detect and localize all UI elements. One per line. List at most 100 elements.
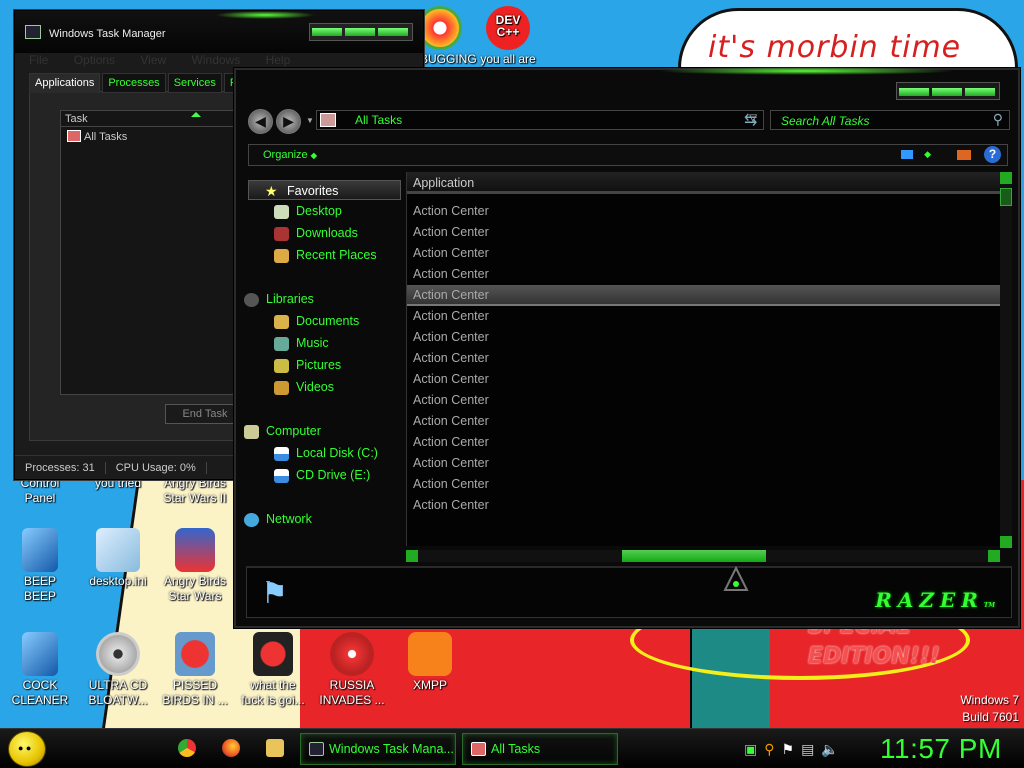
- help-icon[interactable]: ?: [984, 146, 1001, 163]
- nav-computer[interactable]: Computer: [244, 424, 321, 439]
- chrome-icon[interactable]: [178, 739, 196, 757]
- file-row[interactable]: Action Center: [413, 456, 489, 470]
- file-list[interactable]: Application Action Center Action Center Ac…: [406, 172, 1002, 546]
- horizontal-scrollbar[interactable]: [406, 550, 1000, 562]
- recent-pages-chevron-icon[interactable]: ▼: [306, 116, 314, 125]
- tray-search-icon[interactable]: ⚲: [764, 741, 774, 758]
- menu-view[interactable]: View: [140, 53, 166, 67]
- desktop-icon-desktop-ini[interactable]: desktop.ini: [78, 528, 158, 589]
- search-icon[interactable]: ⚲: [993, 111, 1003, 128]
- vertical-scrollbar[interactable]: [1000, 172, 1012, 548]
- scroll-thumb[interactable]: [622, 550, 766, 562]
- file-row[interactable]: Action Center: [413, 393, 489, 407]
- maximize-button[interactable]: [932, 88, 962, 96]
- desktop-icon-cock-cleaner[interactable]: COCK CLEANER: [0, 632, 80, 708]
- task-row[interactable]: All Tasks: [61, 127, 259, 146]
- file-row[interactable]: Action Center: [413, 246, 489, 260]
- task-column-header[interactable]: Task: [61, 111, 259, 127]
- address-bar[interactable]: All Tasks ▽: [316, 110, 764, 130]
- desktop-icon-angry-birds-sw[interactable]: Angry Birds Star Wars: [155, 528, 235, 604]
- application-column-header[interactable]: Application: [407, 172, 1001, 194]
- scroll-up-button[interactable]: [1000, 172, 1012, 184]
- task-list[interactable]: Task All Tasks: [60, 110, 260, 395]
- preview-pane-icon[interactable]: [957, 150, 971, 160]
- view-options-icon[interactable]: [901, 150, 913, 159]
- start-button[interactable]: ● ●: [8, 731, 46, 767]
- nav-desktop[interactable]: Desktop: [274, 204, 342, 219]
- scroll-down-button[interactable]: [1000, 536, 1012, 548]
- desktop-icon-angry-birds-sw2[interactable]: Angry Birds Star Wars II: [155, 476, 235, 506]
- ini-file-icon: [96, 528, 140, 572]
- maximize-button[interactable]: [345, 28, 375, 36]
- file-row[interactable]: Action Center: [413, 477, 489, 491]
- menu-windows[interactable]: Windows: [192, 53, 241, 67]
- desktop-icon-what-the[interactable]: what the fuck is goi...: [233, 632, 313, 708]
- search-input[interactable]: Search All Tasks ⚲: [770, 110, 1010, 130]
- close-button[interactable]: [965, 88, 995, 96]
- desktop-icon-control-panel[interactable]: Control Panel: [0, 476, 80, 506]
- file-row[interactable]: Action Center: [413, 414, 489, 428]
- minimize-button[interactable]: [312, 28, 342, 36]
- menu-file[interactable]: File: [29, 53, 48, 67]
- desktop-icon-label: Angry Birds Star Wars II: [163, 476, 227, 505]
- tab-processes[interactable]: Processes: [102, 73, 166, 93]
- close-button[interactable]: [378, 28, 408, 36]
- action-center-tray-icon[interactable]: ⚑: [782, 741, 795, 758]
- explorer-window[interactable]: ◀ ▶ ▼ All Tasks ▽ ⇆ Search All Tasks ⚲ O…: [234, 67, 1020, 628]
- nav-documents[interactable]: Documents: [274, 314, 359, 329]
- nav-downloads[interactable]: Downloads: [274, 226, 358, 241]
- hard-drive-icon: [274, 447, 289, 461]
- desktop-icon-pissed-birds[interactable]: PISSED BIRDS IN ...: [155, 632, 235, 708]
- desktop-icon-beep-beep[interactable]: BEEP BEEP: [0, 528, 80, 604]
- file-row[interactable]: Action Center: [413, 372, 489, 386]
- taskbar-all-tasks[interactable]: All Tasks: [462, 733, 618, 765]
- refresh-icon[interactable]: ⇆: [744, 110, 757, 130]
- organize-button[interactable]: Organize ◆: [263, 149, 317, 161]
- nav-recent-places[interactable]: Recent Places: [274, 248, 377, 263]
- forward-button[interactable]: ▶: [276, 109, 301, 134]
- nav-music[interactable]: Music: [274, 336, 329, 351]
- window-controls[interactable]: [309, 23, 413, 41]
- desktop-icon-dev-cpp[interactable]: DEV C++ you all are: [468, 6, 548, 67]
- nav-videos[interactable]: Videos: [274, 380, 334, 395]
- back-button[interactable]: ◀: [248, 109, 273, 134]
- file-row[interactable]: Action Center: [413, 309, 489, 323]
- menu-options[interactable]: Options: [74, 53, 115, 67]
- file-row[interactable]: Action Center: [413, 267, 489, 281]
- nav-pictures[interactable]: Pictures: [274, 358, 341, 373]
- file-row[interactable]: Action Center: [413, 330, 489, 344]
- taskbar-clock[interactable]: 11:57 PM: [880, 733, 1002, 765]
- nav-libraries[interactable]: Libraries: [244, 292, 314, 307]
- task-manager-titlebar[interactable]: Windows Task Manager: [15, 11, 423, 53]
- menu-help[interactable]: Help: [266, 53, 291, 67]
- nav-cd-drive[interactable]: CD Drive (E:): [274, 468, 370, 483]
- nav-network[interactable]: Network: [244, 512, 312, 527]
- scroll-thumb[interactable]: [1000, 188, 1012, 206]
- scroll-right-button[interactable]: [988, 550, 1000, 562]
- file-row-selected[interactable]: Action Center: [407, 285, 1001, 306]
- desktop-icon-russia-invades[interactable]: RUSSIA INVADES ...: [312, 632, 392, 708]
- scroll-left-button[interactable]: [406, 550, 418, 562]
- volume-icon[interactable]: 🔈: [821, 741, 838, 758]
- network-tray-icon[interactable]: ▤: [801, 741, 814, 758]
- file-row[interactable]: Action Center: [413, 225, 489, 239]
- tray-app-icon[interactable]: ▣: [744, 741, 757, 758]
- file-row[interactable]: Action Center: [413, 498, 489, 512]
- desktop-icon-xmpp[interactable]: XMPP: [390, 632, 470, 693]
- nav-favorites[interactable]: ★ Favorites: [248, 180, 401, 200]
- firefox-icon[interactable]: [222, 739, 240, 757]
- folder-icon[interactable]: [266, 739, 284, 757]
- taskbar-task-manager[interactable]: Windows Task Mana...: [300, 733, 456, 765]
- file-row[interactable]: Action Center: [413, 351, 489, 365]
- end-task-button[interactable]: End Task: [165, 404, 245, 424]
- desktop-icon-ultra-cd[interactable]: ULTRA CD BLOATW...: [78, 632, 158, 708]
- file-row[interactable]: Action Center: [413, 435, 489, 449]
- tab-applications[interactable]: Applications: [29, 73, 101, 93]
- minimize-button[interactable]: [899, 88, 929, 96]
- radiation-icon: [330, 632, 374, 676]
- view-dropdown-icon[interactable]: ◆: [924, 149, 931, 160]
- nav-local-disk[interactable]: Local Disk (C:): [274, 446, 378, 461]
- file-row[interactable]: Action Center: [413, 204, 489, 218]
- tab-services[interactable]: Services: [167, 73, 222, 93]
- window-controls[interactable]: [896, 82, 1000, 100]
